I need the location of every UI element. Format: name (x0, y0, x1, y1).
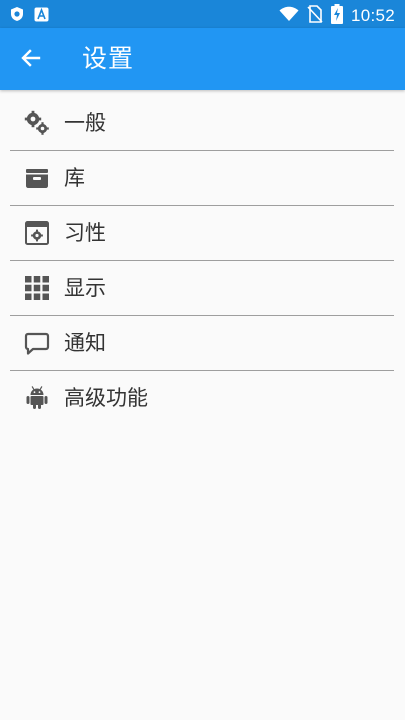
menu-item-library[interactable]: 库 (10, 151, 394, 206)
status-right-icons: 10:52 (279, 4, 395, 28)
status-left-icons (10, 6, 49, 26)
a-app-icon (34, 7, 49, 26)
menu-item-label: 习性 (64, 221, 106, 245)
page-title: 设置 (82, 44, 135, 73)
menu-item-habits[interactable]: 习性 (10, 206, 394, 261)
message-icon (24, 330, 50, 356)
menu-item-label: 通知 (64, 331, 106, 355)
settings-window-icon (24, 220, 50, 246)
grid-icon (24, 275, 50, 301)
wifi-icon (279, 6, 299, 26)
archive-icon (24, 165, 50, 191)
gears-icon (24, 110, 50, 136)
menu-item-general[interactable]: 一般 (10, 96, 394, 151)
menu-item-label: 高级功能 (64, 386, 148, 410)
back-button[interactable] (14, 43, 48, 77)
menu-item-label: 显示 (64, 276, 106, 300)
menu-item-notifications[interactable]: 通知 (10, 316, 394, 371)
app-bar: 设置 (0, 28, 405, 90)
android-icon (24, 385, 50, 411)
settings-menu-list: 一般 库 习性 显示 通知 高级功能 (10, 96, 394, 425)
no-sim-icon (307, 5, 323, 27)
menu-item-label: 一般 (64, 111, 106, 135)
menu-item-display[interactable]: 显示 (10, 261, 394, 316)
battery-charging-icon (330, 4, 343, 28)
menu-item-label: 库 (64, 166, 85, 190)
status-time: 10:52 (350, 6, 395, 25)
status-bar: 10:52 (0, 0, 405, 28)
arrow-left-icon (19, 46, 43, 74)
menu-item-advanced[interactable]: 高级功能 (10, 371, 394, 425)
shield-icon (10, 6, 24, 26)
